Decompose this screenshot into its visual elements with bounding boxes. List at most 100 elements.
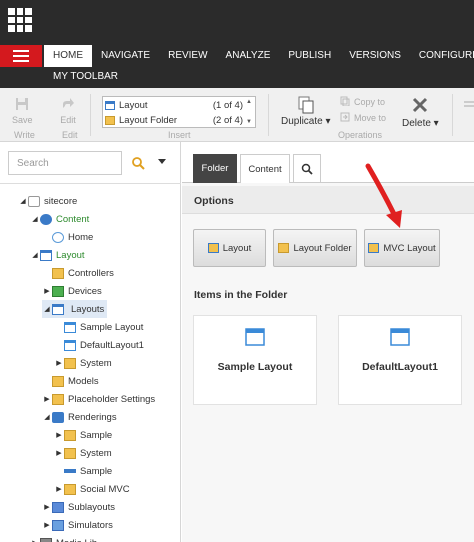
tree-node[interactable]: Sample <box>54 462 112 480</box>
write-group-label: Write <box>14 130 35 140</box>
tab-content[interactable]: Content <box>240 154 290 183</box>
save-button[interactable]: Save <box>12 96 33 126</box>
tree-node-label: Renderings <box>68 411 117 423</box>
duplicate-label: Duplicate <box>281 116 323 127</box>
tree-node[interactable]: ▶Media Lib <box>30 534 97 542</box>
tab-versions[interactable]: VERSIONS <box>340 45 410 67</box>
tree-node[interactable]: ▶ Sublayouts <box>42 498 115 516</box>
layout-icon <box>52 303 64 315</box>
tree-node[interactable]: ◢ Content <box>30 210 89 228</box>
tree-node-label: System <box>80 357 112 369</box>
tree-toggle-icon[interactable]: ◢ <box>30 251 40 259</box>
tree-node[interactable]: Sample Layout <box>54 318 143 336</box>
folder-icon <box>52 267 64 279</box>
tree-toggle-icon[interactable]: ▶ <box>42 503 52 511</box>
tree-node[interactable]: ▶ Devices <box>42 282 102 300</box>
more-ribbon-icon[interactable] <box>462 98 474 112</box>
content-icon <box>40 213 52 225</box>
delete-label: Delete <box>402 118 431 129</box>
tree-node[interactable]: ▶ Placeholder Settings <box>42 390 155 408</box>
tree-toggle-icon[interactable]: ◢ <box>42 305 52 313</box>
tree-toggle-icon[interactable]: ▶ <box>42 287 52 295</box>
delete-x-icon <box>413 97 428 113</box>
tab-home[interactable]: HOME <box>44 45 92 67</box>
tree-node[interactable]: ◢ Layout <box>30 246 85 264</box>
insert-option-layout[interactable]: Layout (1 of 4) <box>105 98 243 112</box>
delete-button[interactable]: Delete ▾ <box>402 96 439 129</box>
tree-node-label: Devices <box>68 285 102 297</box>
tree-toggle-icon[interactable]: ▶ <box>42 521 52 529</box>
move-to-label: Move to <box>354 113 387 123</box>
tree-node[interactable]: Models <box>42 372 99 390</box>
layout-item-icon <box>390 328 410 346</box>
hamburger-menu-icon[interactable] <box>0 45 42 67</box>
tab-review[interactable]: REVIEW <box>159 45 216 67</box>
list-scroll-arrows[interactable]: ▲ ▼ <box>245 99 253 125</box>
options-title: Options <box>194 195 234 207</box>
copy-to-label: Copy to <box>354 97 386 107</box>
editor-tabs: Folder Content <box>182 142 474 183</box>
option-layout-button[interactable]: Layout <box>193 229 266 267</box>
edit-group-label: Edit <box>62 130 78 140</box>
tree-node[interactable]: ◢ Layouts <box>42 300 108 318</box>
tree-toggle-icon[interactable]: ▶ <box>54 431 64 439</box>
edit-button[interactable]: Edit <box>60 96 76 126</box>
layout-option-icon <box>207 243 219 253</box>
tab-configure[interactable]: CONFIGURE <box>410 45 474 67</box>
folder-item-card[interactable]: Sample Layout <box>193 315 317 405</box>
operations-group-label: Operations <box>338 130 383 140</box>
search-dropdown-icon[interactable] <box>158 159 166 164</box>
tab-navigate[interactable]: NAVIGATE <box>92 45 159 67</box>
insert-option-label: Layout Folder <box>119 114 178 126</box>
tree-node[interactable]: ▶ System <box>54 444 112 462</box>
tab-publish[interactable]: PUBLISH <box>279 45 340 67</box>
folder-option-icon <box>278 243 290 253</box>
annotation-arrow-icon <box>365 163 402 228</box>
tree-toggle-icon[interactable]: ◢ <box>42 413 52 421</box>
bar-icon <box>64 469 76 473</box>
tree-node[interactable]: DefaultLayout1 <box>54 336 144 354</box>
ribbon-tabs: HOME NAVIGATE REVIEW ANALYZE PUBLISH VERSIONS… <box>44 45 474 67</box>
folder-icon <box>52 375 64 387</box>
copy-to-button[interactable]: Copy to <box>340 96 385 108</box>
device-icon <box>52 285 64 297</box>
folder-item-card[interactable]: DefaultLayout1 <box>338 315 462 405</box>
sitecore-logo-icon[interactable] <box>8 8 32 32</box>
tree-node[interactable]: ◢ Renderings <box>42 408 117 426</box>
tree-node[interactable]: Home <box>42 228 93 246</box>
tree-toggle-icon[interactable]: ▶ <box>54 449 64 457</box>
tree-node[interactable]: ▶ System <box>54 354 112 372</box>
tree-node[interactable]: ◢ sitecore <box>18 192 77 210</box>
tree-node[interactable]: ▶ Social MVC <box>54 480 130 498</box>
folder-item-label: DefaultLayout1 <box>362 361 438 373</box>
folder-icon <box>64 429 76 441</box>
tree-node[interactable]: ▶ Simulators <box>42 516 113 534</box>
tree-node-label: Sublayouts <box>68 501 116 513</box>
folder-icon <box>52 393 64 405</box>
tree-toggle-icon[interactable]: ◢ <box>18 197 28 205</box>
tree-node-label: Simulators <box>68 519 113 531</box>
layout-icon <box>105 100 115 110</box>
tree-toggle-icon[interactable]: ▶ <box>54 359 64 367</box>
tree-node[interactable]: Controllers <box>42 264 114 282</box>
search-input[interactable]: Search <box>8 151 122 175</box>
tree-node-label: Sample <box>80 429 113 441</box>
tree-toggle-icon[interactable]: ◢ <box>30 215 40 223</box>
folder-item-label: Sample Layout <box>217 361 293 373</box>
insert-option-layout-folder[interactable]: Layout Folder (2 of 4) <box>105 113 243 127</box>
tree-toggle-icon[interactable]: ▶ <box>54 485 64 493</box>
duplicate-button[interactable]: Duplicate ▾ <box>281 96 331 127</box>
option-layout-folder-button[interactable]: Layout Folder <box>273 229 357 267</box>
move-to-button[interactable]: Move to <box>340 112 386 124</box>
insert-options-list[interactable]: Layout (1 of 4) Layout Folder (2 of 4) ▲… <box>102 96 256 128</box>
tab-analyze[interactable]: ANALYZE <box>217 45 280 67</box>
tree-node-label: Sample Layout <box>80 321 144 333</box>
tree-node-label: Placeholder Settings <box>68 393 156 405</box>
search-button[interactable] <box>124 151 152 175</box>
search-tab-button[interactable] <box>293 154 321 183</box>
tree-toggle-icon[interactable]: ▶ <box>42 395 52 403</box>
tree-node[interactable]: ▶ Sample <box>54 426 112 444</box>
layout-icon <box>40 249 52 261</box>
my-toolbar-tab[interactable]: MY TOOLBAR <box>53 71 118 82</box>
tab-folder[interactable]: Folder <box>193 154 237 183</box>
